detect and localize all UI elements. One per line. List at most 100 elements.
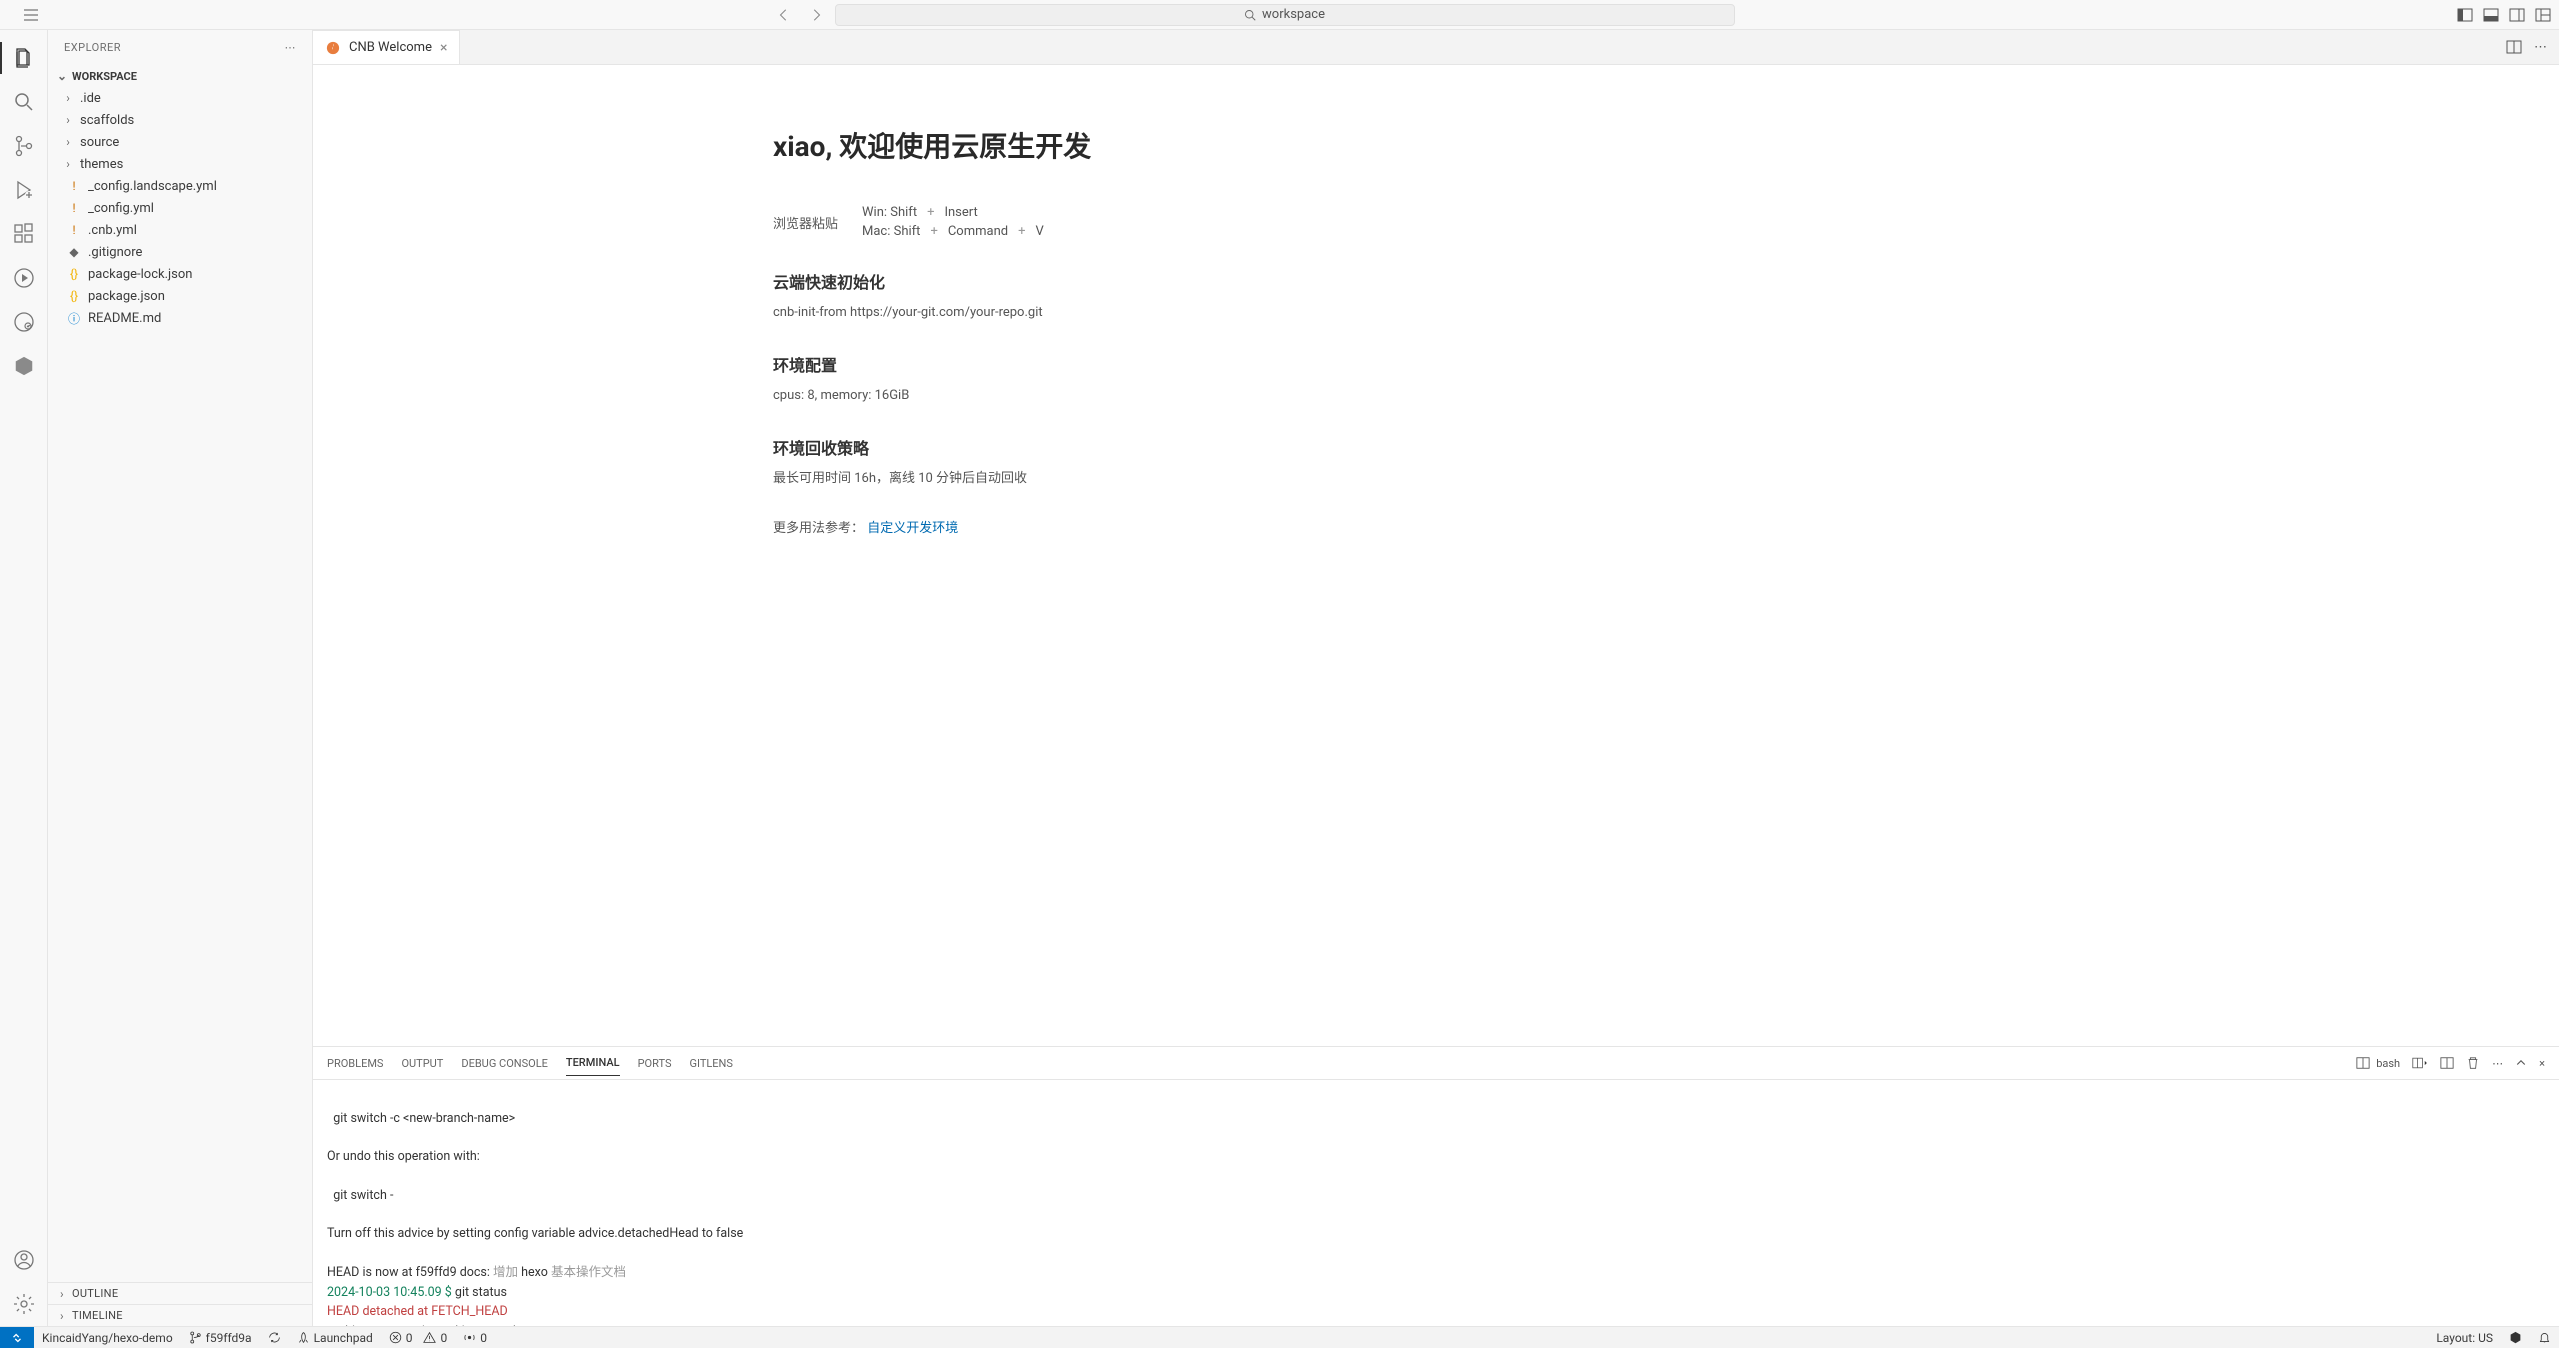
activity-source-control[interactable] [0, 124, 48, 168]
folder-item[interactable]: › themes [48, 153, 312, 175]
activity-live-preview[interactable] [0, 256, 48, 300]
kill-terminal-icon[interactable] [2466, 1056, 2480, 1070]
tab-cnb-welcome[interactable]: CNB Welcome × [313, 30, 460, 64]
warning-icon [423, 1331, 436, 1344]
info-file-icon: ⓘ [66, 310, 82, 327]
folder-name: themes [80, 157, 123, 172]
layout-secondary-sidebar-icon[interactable] [2509, 7, 2525, 23]
activity-remote-explorer[interactable] [0, 300, 48, 344]
app-menu-button[interactable] [14, 0, 48, 30]
chevron-right-icon: › [56, 1287, 68, 1301]
file-name: _config.landscape.yml [88, 179, 217, 194]
activity-cnb[interactable] [0, 344, 48, 388]
timeline-section[interactable]: ›TIMELINE [48, 1304, 312, 1326]
folder-item[interactable]: ›.ide [48, 87, 312, 109]
activity-extensions[interactable] [0, 212, 48, 256]
editor-tabs: CNB Welcome × ⋯ [313, 30, 2559, 65]
json-file-icon: {} [66, 267, 82, 281]
status-cnb-icon[interactable] [2501, 1327, 2530, 1348]
workspace-section[interactable]: ⌄ WORKSPACE [48, 65, 312, 87]
custom-dev-env-link[interactable]: 自定义开发环境 [867, 521, 958, 536]
cnb-tab-icon [325, 40, 341, 56]
explorer-sidebar: EXPLORER ⋯ ⌄ WORKSPACE ›.ide ›scaffolds … [48, 30, 313, 1326]
layout-panel-icon[interactable] [2483, 7, 2499, 23]
chevron-right-icon: › [62, 157, 74, 171]
bell-icon [2538, 1331, 2551, 1344]
new-terminal-dropdown-icon[interactable] [2412, 1056, 2428, 1070]
status-repo[interactable]: KincaidYang/hexo-demo [34, 1327, 181, 1348]
file-name: .cnb.yml [88, 223, 137, 238]
status-problems[interactable]: 0 0 [381, 1327, 455, 1348]
section-recycle-policy: 环境回收策略 [773, 435, 2519, 459]
layout-primary-sidebar-icon[interactable] [2457, 7, 2473, 23]
activity-search[interactable] [0, 80, 48, 124]
remote-indicator[interactable] [0, 1327, 34, 1348]
status-bar: KincaidYang/hexo-demo f59ffd9a Launchpad… [0, 1326, 2559, 1348]
panel-tab-ports[interactable]: PORTS [638, 1051, 672, 1076]
file-name: package-lock.json [88, 267, 192, 282]
tab-more-icon[interactable]: ⋯ [2534, 40, 2547, 55]
search-icon [1244, 9, 1256, 21]
file-item[interactable]: ◆.gitignore [48, 241, 312, 263]
file-name: package.json [88, 289, 165, 304]
chevron-right-icon: › [56, 1309, 68, 1323]
panel-more-icon[interactable]: ⋯ [2492, 1057, 2503, 1070]
panel-tab-problems[interactable]: PROBLEMS [327, 1051, 383, 1076]
status-launchpad[interactable]: Launchpad [289, 1327, 381, 1348]
panel-tab-debug-console[interactable]: DEBUG CONSOLE [461, 1051, 548, 1076]
command-center-search[interactable]: workspace [835, 4, 1735, 26]
activity-accounts[interactable] [0, 1238, 48, 1282]
sync-icon [268, 1331, 281, 1344]
cloud-init-text: cnb-init-from https://your-git.com/your-… [773, 303, 2519, 324]
terminal-output[interactable]: git switch -c <new-branch-name> Or undo … [313, 1080, 2559, 1326]
welcome-view: xiao, 欢迎使用云原生开发 浏览器粘贴 Win: Shift+Insert … [313, 65, 2559, 1046]
radio-icon [463, 1331, 476, 1344]
nav-forward-button[interactable] [803, 6, 829, 24]
customize-layout-icon[interactable] [2535, 7, 2551, 23]
folder-item[interactable]: ›scaffolds [48, 109, 312, 131]
panel-tab-terminal[interactable]: TERMINAL [566, 1050, 620, 1076]
panel-maximize-icon[interactable] [2515, 1057, 2527, 1069]
split-terminal-icon[interactable] [2440, 1056, 2454, 1070]
file-item[interactable]: ⓘREADME.md [48, 307, 312, 329]
file-item[interactable]: {} package.json [48, 285, 312, 307]
titlebar: workspace [0, 0, 2559, 30]
more-usage-label: 更多用法参考： [773, 521, 864, 536]
nav-back-button[interactable] [771, 6, 797, 24]
file-item[interactable]: !_config.landscape.yml [48, 175, 312, 197]
folder-name: .ide [80, 91, 101, 106]
activity-explorer[interactable] [0, 36, 48, 80]
folder-name: source [80, 135, 119, 150]
panel-close-icon[interactable]: × [2539, 1057, 2545, 1070]
welcome-title: xiao, 欢迎使用云原生开发 [773, 125, 2519, 165]
tab-close-icon[interactable]: × [440, 40, 447, 56]
section-env-config: 环境配置 [773, 352, 2519, 376]
sidebar-more-icon[interactable]: ⋯ [285, 41, 297, 54]
terminal-shell-indicator[interactable]: bash [2356, 1056, 2400, 1070]
status-notifications[interactable] [2530, 1327, 2559, 1348]
status-layout[interactable]: Layout: US [2428, 1327, 2501, 1348]
shortcut-win: Win: Shift+Insert [862, 205, 1044, 220]
json-file-icon: {} [66, 289, 82, 303]
file-item[interactable]: {} package-lock.json [48, 263, 312, 285]
branch-icon [189, 1331, 202, 1344]
activity-run-debug[interactable] [0, 168, 48, 212]
panel-tab-output[interactable]: OUTPUT [401, 1051, 443, 1076]
file-name: .gitignore [88, 245, 142, 260]
outline-section[interactable]: ›OUTLINE [48, 1282, 312, 1304]
file-item[interactable]: !_config.yml [48, 197, 312, 219]
terminal-split-icon [2356, 1056, 2370, 1070]
search-placeholder: workspace [1262, 7, 1325, 22]
status-branch[interactable]: f59ffd9a [181, 1327, 260, 1348]
status-sync[interactable] [260, 1327, 289, 1348]
workspace-label: WORKSPACE [72, 70, 137, 83]
activity-settings[interactable] [0, 1282, 48, 1326]
status-ports[interactable]: 0 [455, 1327, 495, 1348]
file-item[interactable]: !.cnb.yml [48, 219, 312, 241]
panel-tab-gitlens[interactable]: GITLENS [689, 1051, 732, 1076]
folder-item[interactable]: ›source [48, 131, 312, 153]
tab-label: CNB Welcome [349, 40, 432, 55]
rocket-icon [297, 1331, 310, 1344]
split-editor-icon[interactable] [2506, 39, 2522, 55]
shortcut-mac: Mac: Shift+Command+V [862, 224, 1044, 239]
